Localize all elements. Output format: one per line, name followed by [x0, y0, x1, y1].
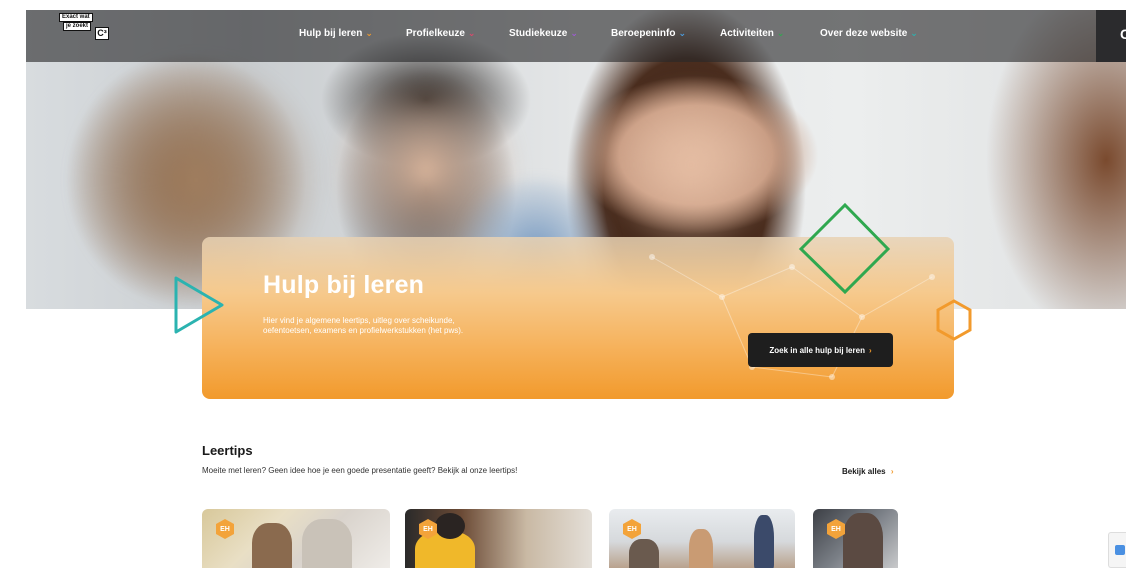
card-photo-figure — [754, 515, 774, 568]
nav-hulp-bij-leren[interactable]: Hulp bij leren ⌄ — [299, 28, 373, 39]
chevron-down-icon: ⌄ — [365, 28, 373, 38]
site-logo[interactable]: Exact wat je zoekt C³ — [59, 13, 109, 43]
logo-mark: C³ — [95, 27, 109, 40]
chevron-right-icon: › — [890, 467, 894, 476]
section-subtitle: Moeite met leren? Geen idee hoe je een g… — [202, 466, 518, 475]
chevron-down-icon: ⌄ — [467, 28, 476, 38]
nav-search-area[interactable]: C — [1096, 10, 1126, 62]
promo-description: Hier vind je algemene leertips, uitleg o… — [263, 316, 464, 335]
badge-label: EH — [831, 525, 841, 533]
nav-studiekeuze[interactable]: Studiekeuze ⌄ — [509, 28, 578, 39]
nav-activiteiten[interactable]: Activiteiten ⌄ — [720, 28, 784, 39]
chevron-down-icon: ⌄ — [570, 28, 578, 38]
teal-triangle-icon — [174, 276, 224, 334]
leertip-card[interactable]: EH — [405, 509, 592, 568]
chevron-down-icon: ⌄ — [910, 28, 918, 38]
network-pattern — [649, 254, 935, 380]
nav-label: Profielkeuze — [406, 28, 465, 39]
view-all-link[interactable]: Bekijk alles › — [842, 467, 894, 476]
leertip-card[interactable]: EH — [609, 509, 795, 568]
card-photo-figure — [843, 513, 883, 568]
chevron-down-icon: ⌄ — [776, 28, 785, 38]
leertip-card[interactable]: EH — [813, 509, 898, 568]
nav-label: Hulp bij leren — [299, 28, 363, 39]
badge-label: EH — [627, 525, 637, 533]
chevron-right-icon: › — [868, 345, 872, 355]
recaptcha-icon — [1115, 545, 1125, 555]
green-diamond-icon — [798, 202, 891, 295]
search-all-help-button[interactable]: Zoek in alle hulp bij leren › — [748, 333, 893, 367]
nav-end-label: C — [1120, 26, 1126, 42]
nav-beroepeninfo[interactable]: Beroepeninfo ⌄ — [611, 28, 686, 39]
category-badge-icon: EH — [216, 519, 234, 539]
logo-line-1: Exact wat — [59, 13, 93, 22]
card-photo-figure — [629, 539, 659, 568]
category-badge-icon: EH — [623, 519, 641, 539]
nav-over-deze-website[interactable]: Over deze website ⌄ — [820, 28, 918, 39]
card-photo-figure — [435, 513, 465, 539]
card-photo-figure — [689, 529, 713, 568]
nav-label: Over deze website — [820, 28, 908, 39]
nav-label: Beroepeninfo — [611, 28, 676, 39]
recaptcha-badge[interactable] — [1108, 532, 1126, 568]
nav-label: Activiteiten — [720, 28, 774, 39]
card-photo-figure — [302, 519, 352, 568]
nav-label: Studiekeuze — [509, 28, 568, 39]
leertip-card[interactable]: EH — [202, 509, 390, 568]
chevron-down-icon: ⌄ — [678, 28, 686, 38]
view-all-label: Bekijk alles — [842, 467, 886, 476]
orange-hexagon-icon — [936, 299, 972, 341]
button-label: Zoek in alle hulp bij leren — [769, 345, 865, 355]
logo-line-2: je zoekt — [63, 22, 92, 31]
badge-label: EH — [423, 525, 433, 533]
card-photo-figure — [252, 523, 292, 568]
badge-label: EH — [220, 525, 230, 533]
section-title-leertips: Leertips — [202, 443, 253, 458]
promo-title: Hulp bij leren — [263, 271, 425, 299]
nav-profielkeuze[interactable]: Profielkeuze ⌄ — [406, 28, 475, 39]
